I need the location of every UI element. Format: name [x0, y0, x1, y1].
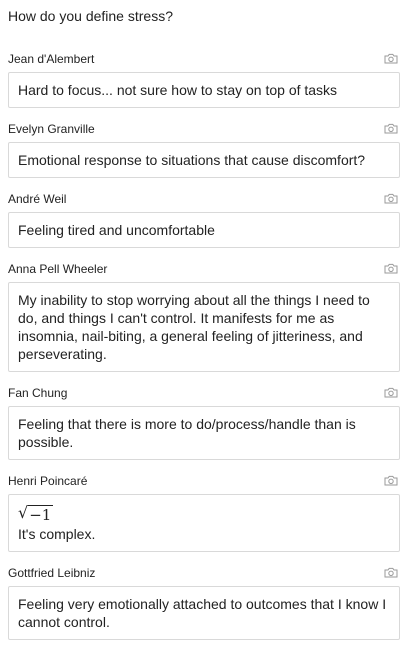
response-card: Feeling that there is more to do/process… — [8, 406, 400, 460]
response-header: Gottfried Leibniz — [8, 560, 400, 586]
response-item: Gottfried Leibniz Feeling very emotional… — [8, 560, 400, 640]
response-list: Jean d'Alembert Hard to focus... not sur… — [8, 46, 400, 648]
camera-icon[interactable] — [384, 263, 398, 274]
response-card: My inability to stop worrying about all … — [8, 282, 400, 372]
response-text: It's complex. — [18, 526, 96, 542]
response-text: Feeling tired and uncomfortable — [18, 222, 215, 238]
response-text: Feeling that there is more to do/process… — [18, 416, 356, 450]
response-header: Anna Pell Wheeler — [8, 256, 400, 282]
response-text: Feeling very emotionally attached to out… — [18, 596, 387, 630]
response-item: Anna Pell Wheeler My inability to stop w… — [8, 256, 400, 372]
camera-icon[interactable] — [384, 567, 398, 578]
camera-icon[interactable] — [384, 475, 398, 486]
response-card: Feeling very emotionally attached to out… — [8, 586, 400, 640]
author-name: Gottfried Leibniz — [8, 566, 96, 580]
response-item: André Weil Feeling tired and uncomfortab… — [8, 186, 400, 248]
camera-icon[interactable] — [384, 387, 398, 398]
author-name: André Weil — [8, 192, 67, 206]
question-title: How do you define stress? — [8, 8, 173, 24]
author-name: Fan Chung — [8, 386, 68, 400]
camera-icon[interactable] — [384, 123, 398, 134]
response-item: Fan Chung Feeling that there is more to … — [8, 380, 400, 460]
camera-icon[interactable] — [384, 53, 398, 64]
response-text: My inability to stop worrying about all … — [18, 292, 370, 362]
response-header: Fan Chung — [8, 380, 400, 406]
math-expression: √ −1 — [18, 503, 54, 524]
math-radicand: −1 — [28, 505, 54, 524]
response-card: Hard to focus... not sure how to stay on… — [8, 72, 400, 108]
author-name: Evelyn Granville — [8, 122, 95, 136]
response-card: Feeling tired and uncomfortable — [8, 212, 400, 248]
camera-icon[interactable] — [384, 193, 398, 204]
response-text: Hard to focus... not sure how to stay on… — [18, 82, 338, 98]
response-header: Jean d'Alembert — [8, 46, 400, 72]
response-item: Jean d'Alembert Hard to focus... not sur… — [8, 46, 400, 108]
response-card: Emotional response to situations that ca… — [8, 142, 400, 178]
author-name: Henri Poincaré — [8, 474, 88, 488]
response-header: Evelyn Granville — [8, 116, 400, 142]
response-item: Evelyn Granville Emotional response to s… — [8, 116, 400, 178]
response-text: Emotional response to situations that ca… — [18, 152, 366, 168]
author-name: Jean d'Alembert — [8, 52, 95, 66]
sqrt-symbol: √ — [18, 503, 29, 522]
response-header: Henri Poincaré — [8, 468, 400, 494]
author-name: Anna Pell Wheeler — [8, 262, 108, 276]
response-item: Henri Poincaré √ −1 It's complex. — [8, 468, 400, 552]
response-header: André Weil — [8, 186, 400, 212]
response-card: √ −1 It's complex. — [8, 494, 400, 552]
